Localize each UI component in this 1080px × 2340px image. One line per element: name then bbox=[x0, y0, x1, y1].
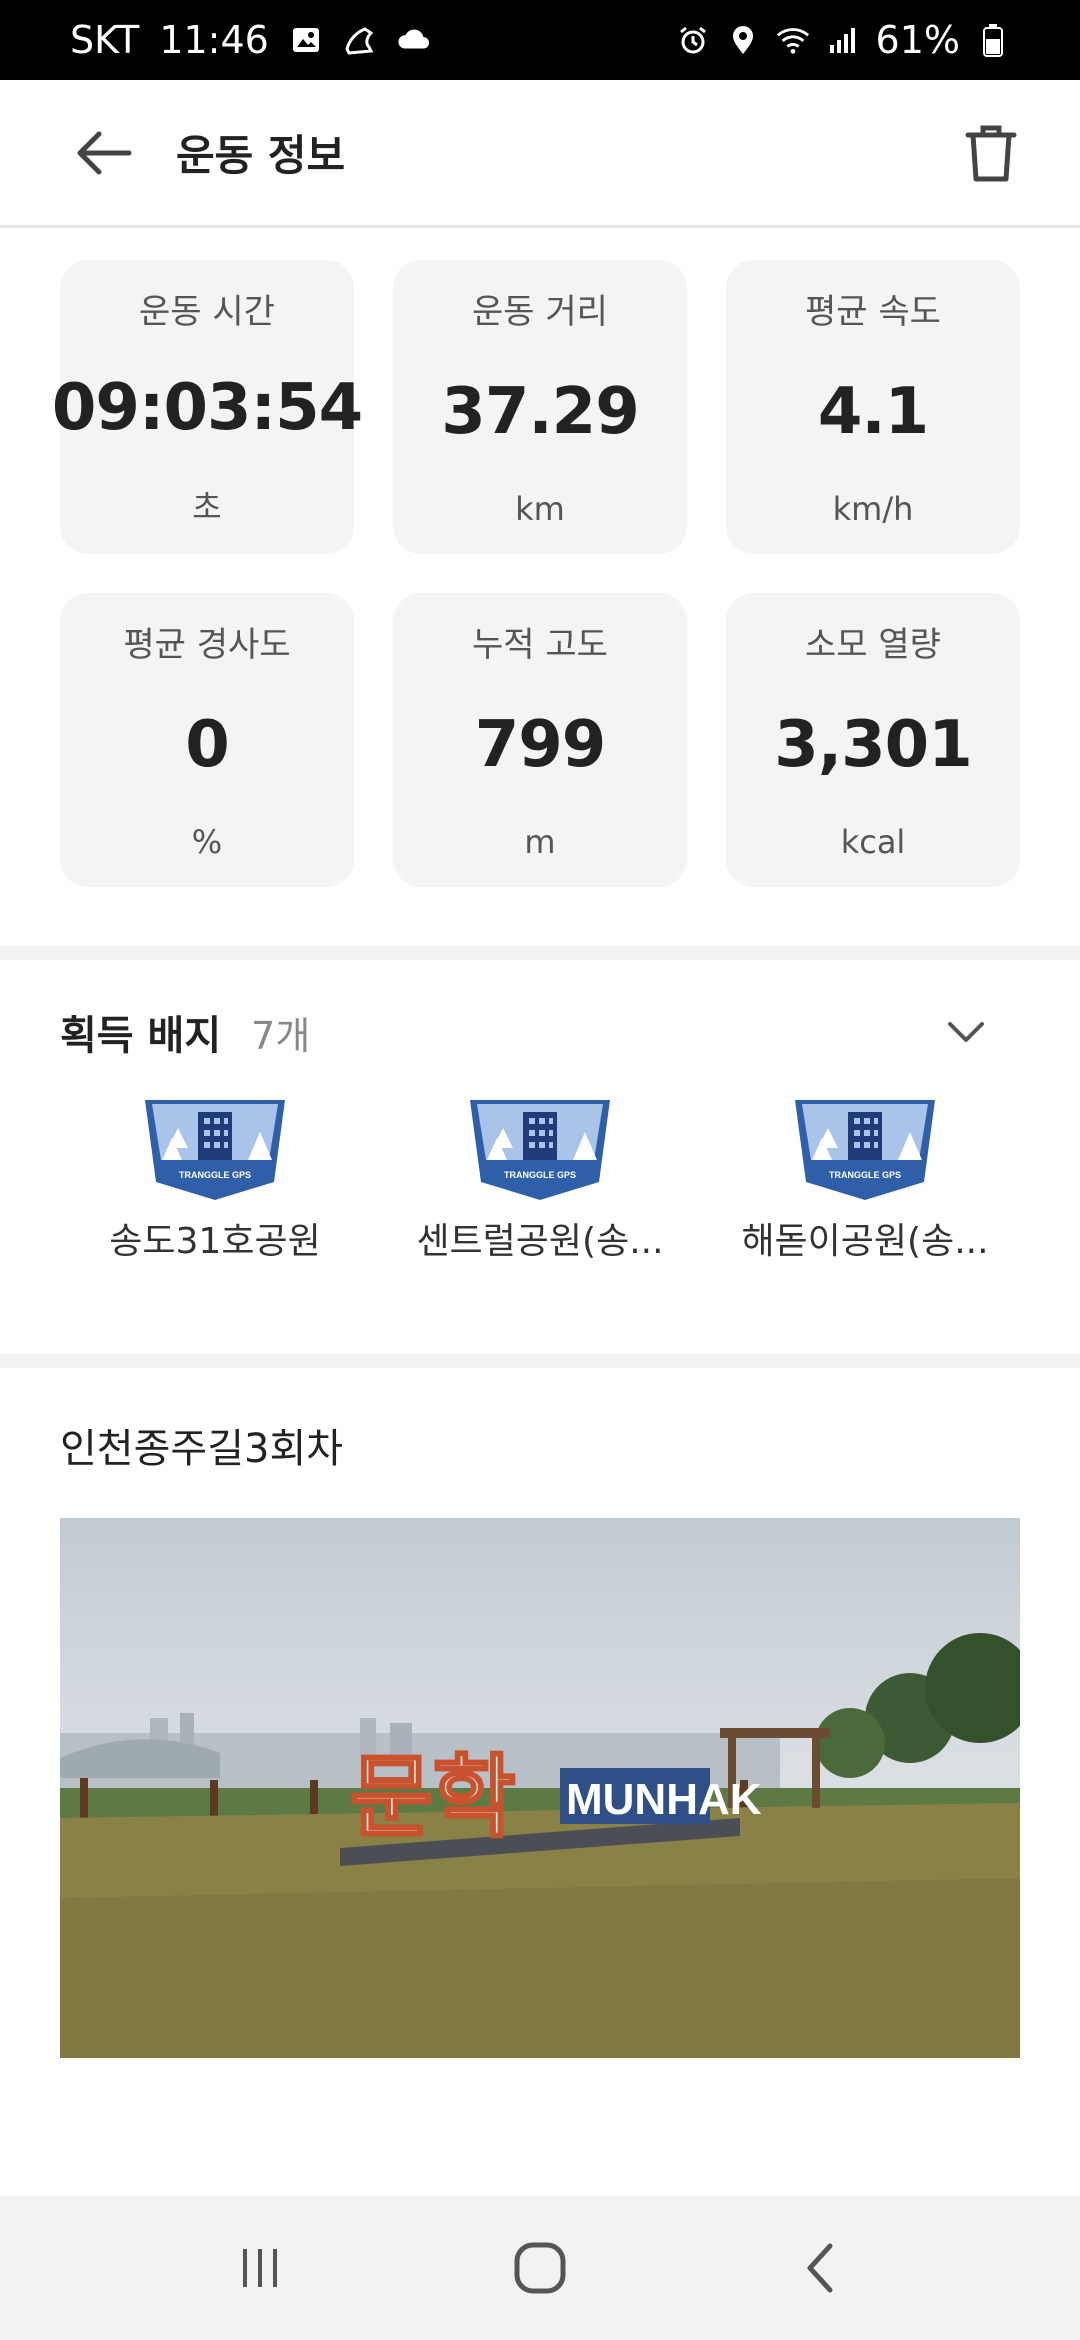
wifi-icon bbox=[776, 23, 810, 57]
badge-emblem-text: TRANGGLE GPS bbox=[504, 1170, 576, 1180]
recent-apps-icon bbox=[243, 2249, 277, 2287]
section-divider bbox=[0, 1354, 1080, 1368]
stat-unit: % bbox=[191, 823, 223, 861]
badge-emblem-text: TRANGGLE GPS bbox=[829, 1170, 901, 1180]
stat-label: 누적 고도 bbox=[472, 625, 608, 665]
stat-label: 운동 거리 bbox=[472, 292, 608, 332]
stat-unit: km/h bbox=[832, 490, 914, 528]
route-title: 인천종주길3회차 bbox=[60, 1426, 344, 1472]
gallery-icon bbox=[289, 23, 323, 57]
battery-icon bbox=[976, 23, 1010, 57]
shoe-icon bbox=[343, 23, 377, 57]
carrier-label: SKT bbox=[70, 18, 140, 62]
stat-label: 평균 경사도 bbox=[123, 625, 291, 665]
stat-unit: kcal bbox=[840, 823, 906, 861]
badge-emblem-icon: TRANGGLE GPS bbox=[145, 1100, 285, 1200]
trash-icon bbox=[965, 125, 1017, 181]
photo-sign-text: MUNHAK bbox=[566, 1775, 762, 1824]
stat-label: 운동 시간 bbox=[139, 292, 275, 332]
stat-unit: m bbox=[524, 823, 556, 861]
stat-value: 09:03:54 bbox=[51, 370, 363, 445]
stats-grid: 운동 시간 09:03:54 초 운동 거리 37.29 km 평균 속도 4.… bbox=[52, 260, 1020, 887]
badge-emblem-icon: TRANGGLE GPS bbox=[470, 1100, 610, 1200]
stat-value: 37.29 bbox=[441, 374, 639, 449]
stat-label: 소모 열량 bbox=[805, 625, 941, 665]
status-bar: SKT 11:46 61% bbox=[0, 0, 1080, 80]
badges-count: 7개 bbox=[251, 1013, 311, 1058]
battery-percent: 61% bbox=[875, 18, 960, 62]
badge-name: 센트럴공원(송... bbox=[416, 1221, 664, 1262]
stat-card-avg-slope: 평균 경사도 0 % bbox=[60, 593, 354, 887]
back-icon bbox=[807, 2243, 833, 2293]
photo-sign-kr: 문학 bbox=[350, 1745, 516, 1850]
stat-value: 4.1 bbox=[817, 374, 929, 449]
chevron-down-icon bbox=[948, 1022, 984, 1042]
stat-value: 799 bbox=[474, 707, 607, 782]
arrow-left-icon bbox=[77, 131, 132, 174]
cloud-icon bbox=[397, 23, 431, 57]
section-divider bbox=[0, 946, 1080, 960]
back-button[interactable] bbox=[58, 108, 148, 198]
stat-card-calories: 소모 열량 3,301 kcal bbox=[726, 593, 1020, 887]
stat-value: 0 bbox=[185, 707, 230, 782]
clock: 11:46 bbox=[159, 18, 269, 62]
munhak-sign-photo: 문학 MUNHAK bbox=[60, 1518, 1020, 2058]
stat-value: 3,301 bbox=[774, 707, 972, 782]
stat-card-avg-speed: 평균 속도 4.1 km/h bbox=[726, 260, 1020, 554]
badge-emblem-icon: TRANGGLE GPS bbox=[795, 1100, 935, 1200]
delete-button[interactable] bbox=[946, 108, 1036, 198]
stat-card-distance: 운동 거리 37.29 km bbox=[393, 260, 687, 554]
badge-item[interactable]: TRANGGLE GPS 송도31호공원 bbox=[60, 1098, 370, 1264]
stat-unit: 초 bbox=[192, 488, 222, 526]
location-icon bbox=[726, 23, 760, 57]
badges-row: TRANGGLE GPS 송도31호공원 TRANGGLE GPS 센트럴공원(… bbox=[60, 1098, 1020, 1264]
stat-label: 평균 속도 bbox=[805, 292, 941, 332]
alarm-icon bbox=[676, 23, 710, 57]
stat-card-duration: 운동 시간 09:03:54 초 bbox=[52, 260, 363, 554]
system-nav-bar bbox=[0, 2196, 1080, 2340]
stat-card-elevation: 누적 고도 799 m bbox=[393, 593, 687, 887]
stat-unit: km bbox=[515, 490, 565, 528]
page-title: 운동 정보 bbox=[176, 131, 346, 180]
recent-apps-button[interactable] bbox=[210, 2218, 310, 2318]
badges-expand-button[interactable] bbox=[936, 1002, 996, 1062]
app-header: 운동 정보 bbox=[0, 80, 1080, 228]
home-icon bbox=[514, 2242, 566, 2294]
badge-emblem-text: TRANGGLE GPS bbox=[179, 1170, 251, 1180]
badge-name: 송도31호공원 bbox=[109, 1221, 321, 1262]
badge-item[interactable]: TRANGGLE GPS 해돋이공원(송... bbox=[710, 1098, 1020, 1264]
route-photo[interactable]: 문학 MUNHAK bbox=[60, 1518, 1020, 2058]
home-button[interactable] bbox=[490, 2218, 590, 2318]
badge-item[interactable]: TRANGGLE GPS 센트럴공원(송... bbox=[385, 1098, 695, 1264]
system-back-button[interactable] bbox=[770, 2218, 870, 2318]
badges-title: 획득 배지 bbox=[60, 1013, 222, 1059]
signal-icon bbox=[826, 23, 860, 57]
badges-header[interactable]: 획득 배지 7개 bbox=[60, 1000, 1020, 1064]
badge-name: 해돋이공원(송... bbox=[741, 1221, 989, 1262]
